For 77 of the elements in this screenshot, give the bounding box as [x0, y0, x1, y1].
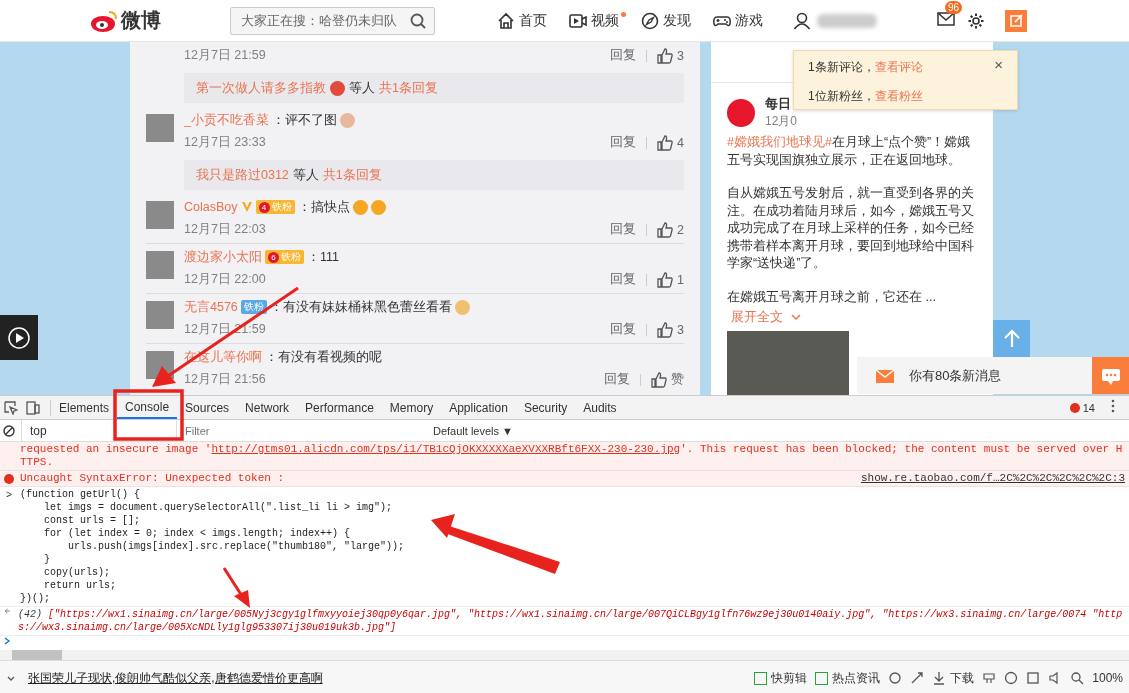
nav-link[interactable]: 首页 — [497, 11, 547, 30]
comment-time: 12月7日 22:00 — [184, 271, 267, 288]
code-line: })(); — [20, 592, 50, 605]
like-button[interactable]: 3 — [657, 321, 684, 338]
comment-time: 12月7日 23:33 — [184, 134, 267, 151]
devtools-tab[interactable]: Elements — [51, 396, 118, 419]
message-bar-text: 你有80条新消息 — [909, 366, 1002, 385]
comment-text: ：评不了图 — [271, 111, 337, 129]
code-line: urls.push(imgs[index].src.replace("thumb180", "large")); — [67, 540, 405, 553]
devtools-tab[interactable]: Console — [117, 396, 178, 419]
comment-time: 12月7日 21:59 — [184, 47, 267, 64]
like-button[interactable]: 4 — [657, 134, 684, 151]
post-author: 每日 — [765, 95, 792, 113]
comment-time: 12月7日 21:56 — [184, 371, 267, 388]
like-button[interactable]: 3 — [657, 47, 684, 64]
reply-link[interactable]: 回复 — [610, 321, 637, 338]
zoom-level[interactable]: 100% — [1092, 671, 1123, 685]
console-result: (42) ["https://wx1.sinaimg.cn/large/005Nyj3cgy1glfmxyyoiej30qp0y6qar.jpg", "https://wx1.sinaimg.cn/large/007QiCLBgy1glfn76wz9ej30u0140aiy.jpg", "https://wx3.sinaimg.cn/large/0074 "https://wx3.sinaimg.cn/large/005XcNDLly1glg953307ij30u019uk3b.jpg"] — [18, 608, 1124, 634]
devtools-tab[interactable]: Security — [515, 396, 576, 419]
reply-link[interactable]: 回复 — [604, 371, 630, 388]
url-link[interactable]: http://gtms01.alicdn.com/tps/i1/TB1cQjOKXXXXXaeXVXXRBft6FXX-230-230.jpg — [211, 443, 681, 455]
message-count-badge: 96 — [945, 1, 963, 14]
reply-link[interactable]: 回复 — [610, 221, 637, 238]
reply-link[interactable]: 回复 — [610, 47, 637, 64]
context-selector[interactable]: top — [21, 420, 177, 441]
post-paragraph: 自从嫦娥五号发射后，就一直受到各界的关注。在成功着陆月球后，如今，嫦娥五号又成功完成了在月球上采样的任务，如今已经携带着样本离开月球，要回到地球给中国科学家“送快递”了。 — [727, 185, 975, 272]
like-button[interactable]: 1 — [657, 271, 684, 288]
hashtag-link[interactable]: #嫦娥我们地球见# — [727, 135, 832, 149]
code-line: (function getUrl() { — [20, 488, 141, 501]
post-paragraph: #嫦娥我们地球见#在月球上“点个赞”！嫦娥五号实现国旗独立展示，正在返回地球。 — [727, 134, 972, 169]
logo-text: 微博 — [121, 8, 161, 33]
code-line: } — [43, 553, 50, 566]
fan-badge: 4 铁粉 — [255, 200, 295, 214]
devtools-tab[interactable]: Memory — [381, 396, 442, 419]
error-count: 14 — [1082, 401, 1095, 414]
nav-link[interactable]: 视频 — [569, 11, 619, 30]
comment-time: 12月7日 22:03 — [184, 221, 267, 238]
comment-text: ：有没有妹妹桶袜黑色蕾丝看看 — [269, 298, 452, 316]
expand-link[interactable]: 展开全文 — [711, 306, 993, 328]
reply-link[interactable]: 回复 — [610, 134, 637, 151]
devtools-tab[interactable]: Sources — [177, 396, 238, 419]
fan-badge: 铁粉 — [240, 300, 267, 314]
reply-summary-text: 等人 — [349, 79, 375, 97]
code-line: let imgs = document.querySelectorAll(".list_li li > img"); — [43, 501, 393, 514]
nav-link[interactable]: 发现 — [641, 11, 691, 30]
code-line: const urls = []; — [43, 514, 141, 527]
devtools-tab[interactable]: Network — [237, 396, 298, 419]
code-line: for (let index = 0; index < imgs.length; index++) { — [43, 527, 351, 540]
comment-text: ：111 — [307, 248, 339, 266]
post-time: 12月0 — [765, 113, 798, 130]
notification-text: 1条新评论，查看评论 — [808, 59, 923, 76]
reply-summary-text: 等人 — [292, 166, 319, 184]
reply-link[interactable]: 回复 — [610, 271, 637, 288]
comment-text: ：有没有看视频的呢 — [265, 348, 382, 366]
devtools-tab[interactable]: Application — [441, 396, 516, 419]
comment-text: ：搞快点 — [297, 198, 350, 216]
input-prompt: > — [5, 489, 13, 503]
like-button[interactable]: 2 — [657, 221, 684, 238]
close-button[interactable]: × — [994, 56, 1003, 73]
nav-link[interactable]: 游戏 — [713, 11, 763, 30]
fan-badge: 6 铁粉 — [265, 250, 304, 264]
like-button[interactable]: 赞 — [651, 371, 684, 388]
download-button[interactable]: 下载 — [932, 669, 975, 687]
source-link[interactable]: show.re.taobao.com/f…2C%2C%2C%2C%2C%2C:3 — [860, 472, 1125, 485]
console-message: requested an insecure image 'http://gtms01.alicdn.com/tps/i1/TB1cQjOKXXXXXaeXVXXRBft6FXX-230-230.jpg'. This request has been blocked; the content must be served over HTTPS. — [20, 443, 1124, 469]
code-line: return urls; — [43, 579, 116, 592]
devtools-tab[interactable]: Audits — [575, 396, 625, 419]
notification-text: 1位新粉丝，查看粉丝 — [808, 88, 923, 105]
code-line: copy(urls); — [43, 566, 110, 579]
log-levels-dropdown[interactable]: Default levels ▼ — [433, 424, 513, 437]
status-bar-button[interactable]: 热点资讯 — [815, 669, 881, 687]
status-bar-button[interactable]: 快剪辑 — [754, 669, 808, 687]
console-message: Uncaught SyntaxError: Unexpected token : — [20, 472, 286, 485]
post-paragraph: 在嫦娥五号离开月球之前，它还在 ... — [727, 288, 937, 306]
news-ticker-link[interactable]: 张国荣儿子现状,俊朗帅气酷似父亲,唐鹤德爱惜价更高啊 — [28, 669, 323, 687]
search-field[interactable]: 大家正在搜：哈登仍未归队 — [230, 6, 435, 35]
devtools-tab[interactable]: Performance — [297, 396, 382, 419]
